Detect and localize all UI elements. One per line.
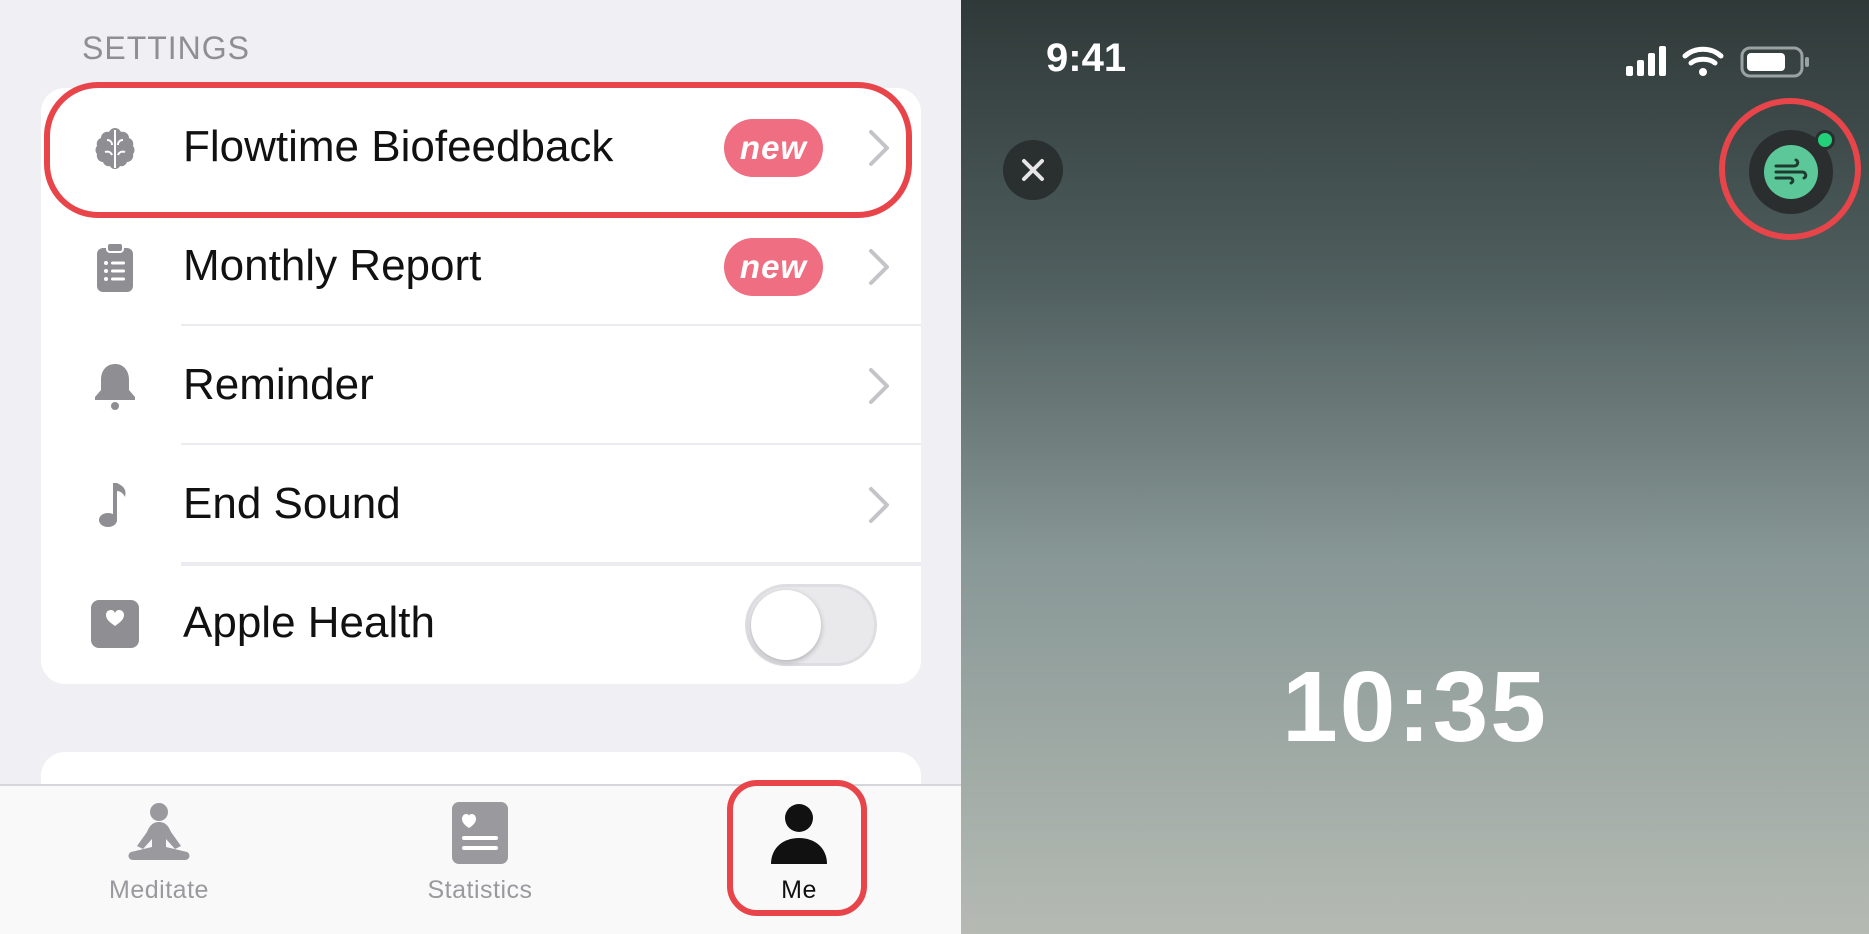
status-bar-icons [1626, 46, 1809, 78]
timer-display: 10:35 [1282, 651, 1548, 763]
cellular-signal-icon [1626, 46, 1666, 76]
statistics-icon [452, 802, 508, 864]
close-icon [1022, 159, 1044, 181]
row-reminder[interactable]: Reminder [41, 326, 921, 445]
chevron-right-icon [869, 487, 889, 523]
tab-bar: Meditate Statistics Me [0, 784, 961, 934]
toggle-knob [751, 590, 821, 660]
apple-health-toggle[interactable] [745, 584, 877, 666]
close-button[interactable] [1003, 140, 1063, 200]
row-monthly-report[interactable]: Monthly Report new [41, 207, 921, 326]
new-badge: new [724, 238, 823, 296]
tab-me[interactable]: Me [709, 800, 889, 910]
settings-card: Flowtime Biofeedback new Monthly Report … [41, 88, 921, 684]
tab-statistics[interactable]: Statistics [390, 800, 570, 910]
wifi-icon [1682, 46, 1724, 66]
battery-icon [1740, 46, 1809, 78]
row-label: Flowtime Biofeedback [183, 122, 614, 171]
tab-label: Meditate [109, 876, 209, 904]
meditate-icon [128, 803, 190, 860]
row-label: Reminder [183, 360, 374, 409]
row-label: End Sound [183, 479, 401, 528]
chevron-right-icon [869, 130, 889, 166]
biofeedback-device-button[interactable] [1749, 130, 1835, 214]
timer-screen: 9:41 10:35 [961, 0, 1869, 934]
row-end-sound[interactable]: End Sound [41, 445, 921, 564]
breath-wind-icon [1764, 145, 1818, 199]
person-icon [771, 804, 827, 864]
chevron-right-icon [869, 368, 889, 404]
row-label: Monthly Report [183, 241, 482, 290]
tab-meditate[interactable]: Meditate [69, 800, 249, 910]
tab-label: Statistics [427, 876, 533, 904]
new-badge: new [724, 119, 823, 177]
row-separator [181, 564, 921, 566]
tab-label: Me [781, 876, 817, 904]
row-flowtime-biofeedback[interactable]: Flowtime Biofeedback new [41, 88, 921, 207]
chevron-right-icon [869, 249, 889, 285]
brain-icon [85, 118, 145, 178]
clipboard-icon [85, 237, 145, 297]
status-bar-time: 9:41 [1046, 36, 1127, 80]
health-heart-icon [85, 594, 145, 654]
settings-screen: SETTINGS Flowtime Biofeedback new Monthl… [0, 0, 961, 934]
row-label: Apple Health [183, 598, 435, 647]
section-title: SETTINGS [82, 30, 251, 66]
connected-status-dot [1815, 130, 1835, 150]
bell-icon [85, 356, 145, 416]
music-note-icon [85, 475, 145, 535]
row-apple-health: Apple Health [41, 564, 921, 683]
